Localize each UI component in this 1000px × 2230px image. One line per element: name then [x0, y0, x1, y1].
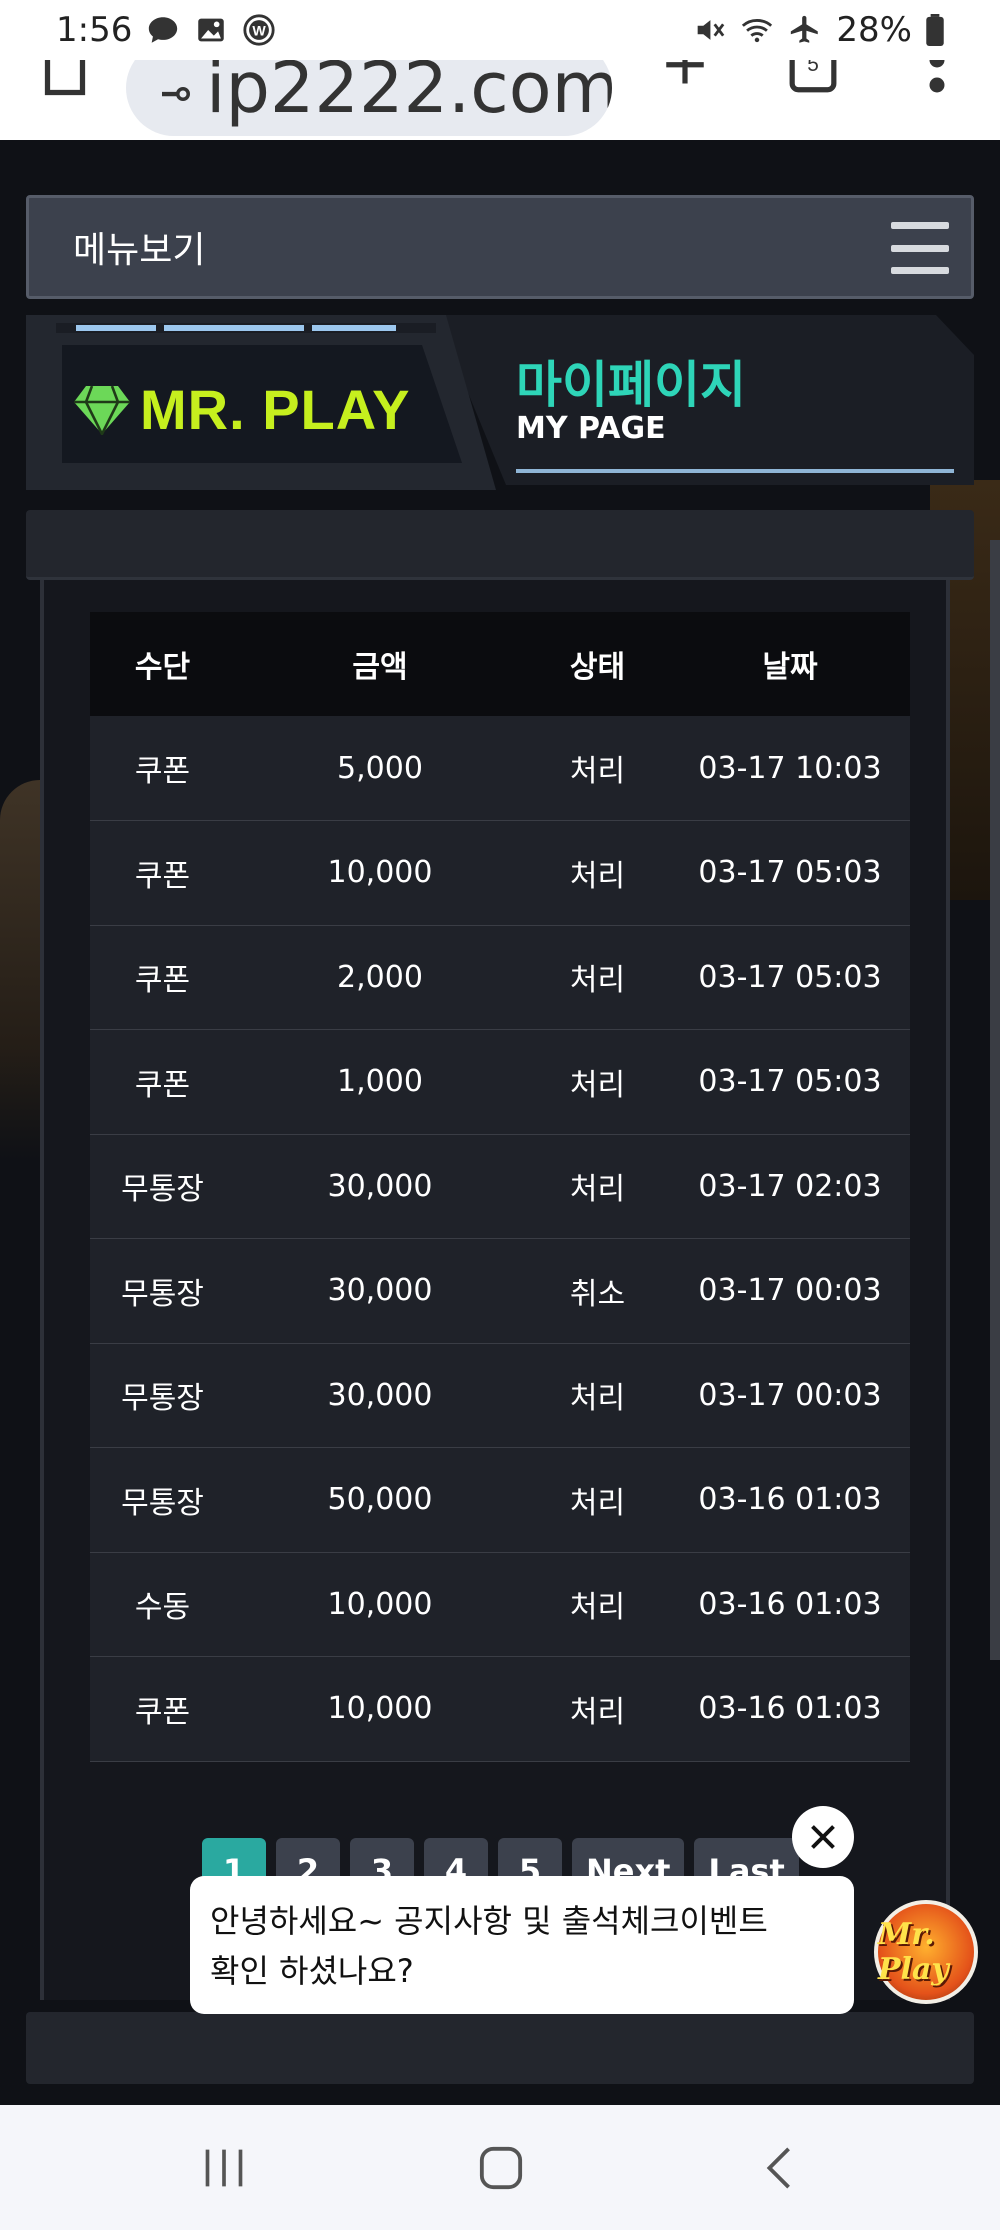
cell-status: 처리 [569, 1381, 626, 1417]
back-icon[interactable] [764, 2145, 794, 2191]
table-row: 수동 10,000 처리 03-16 01:03 [90, 1552, 910, 1657]
chat-avatar[interactable]: Mr. Play [874, 1900, 978, 2004]
wifi-icon [742, 19, 773, 43]
status-time: 1:56 [56, 10, 133, 50]
chat-popup-message[interactable]: 안녕하세요~ 공지사항 및 출석체크이벤트 확인 하셨나요? [190, 1876, 854, 2014]
table-row: 무통장 50,000 처리 03-16 01:03 [90, 1448, 910, 1552]
cell-amount: 10,000 [327, 1586, 433, 1622]
url-text: ip2222.com [206, 60, 612, 129]
hamburger-menu-icon[interactable] [891, 222, 949, 274]
table-header-row: 수단 금액 상태 날짜 [90, 612, 910, 716]
cell-status: 처리 [569, 1590, 626, 1626]
cell-status: 처리 [569, 1172, 626, 1208]
avatar-text: Mr. Play [878, 1917, 949, 1987]
cell-date: 03-17 05:03 [698, 959, 882, 995]
logo-lights [56, 323, 436, 333]
svg-text:W: W [253, 24, 267, 40]
site-settings-icon[interactable] [162, 80, 190, 108]
recent-apps-icon[interactable] [202, 2149, 246, 2187]
menu-bar[interactable]: 메뉴보기 [26, 195, 974, 299]
cell-status: 처리 [569, 858, 626, 894]
chat-bubble-icon [149, 17, 178, 43]
page-title: 마이페이지 [516, 356, 746, 414]
table-row: 쿠폰 2,000 처리 03-17 05:03 [90, 925, 910, 1030]
table-row: 무통장 30,000 처리 03-17 02:03 [90, 1134, 910, 1239]
close-icon [811, 1825, 835, 1849]
new-tab-icon[interactable] [660, 60, 710, 96]
table-row: 쿠폰 10,000 처리 03-16 01:03 [90, 1657, 910, 1761]
table-row: 쿠폰 1,000 처리 03-17 05:03 [90, 1030, 910, 1134]
cell-date: 03-16 01:03 [698, 1586, 882, 1622]
cell-date: 03-17 05:03 [698, 1064, 882, 1100]
page-subtitle: MY PAGE [516, 411, 666, 446]
cell-amount: 10,000 [327, 855, 433, 891]
column-header-amount: 금액 [352, 650, 408, 685]
site-logo[interactable]: MR. PLAY [140, 377, 410, 442]
table-row: 무통장 30,000 처리 03-17 00:03 [90, 1343, 910, 1448]
chat-message-line: 안녕하세요~ 공지사항 및 출석체크이벤트 [210, 1902, 768, 1940]
table-row: 무통장 30,000 취소 03-17 00:03 [90, 1239, 910, 1343]
close-popup-button[interactable] [792, 1806, 854, 1868]
transaction-table: 수단 금액 상태 날짜 쿠폰 5,000 처리 03-17 10:03 쿠폰 10,00… [90, 612, 910, 1762]
cell-method: 쿠폰 [134, 858, 191, 894]
tab-count: 5 [807, 60, 819, 76]
status-bar: 1:56 W 28% [0, 0, 1000, 60]
cell-method: 쿠폰 [134, 963, 191, 999]
cell-date: 03-17 10:03 [698, 750, 882, 786]
cell-date: 03-16 01:03 [698, 1482, 882, 1518]
page-scrollbar[interactable] [990, 540, 1000, 1660]
cell-date: 03-17 00:03 [698, 1273, 882, 1309]
sub-header-bar [26, 510, 974, 580]
airplane-icon [791, 15, 819, 43]
cell-amount: 50,000 [327, 1482, 433, 1518]
cell-method: 무통장 [121, 1172, 204, 1208]
cell-date: 03-17 00:03 [698, 1377, 882, 1413]
page-header-banner: MR. PLAY 마이페이지 MY PAGE [26, 315, 974, 490]
column-header-date: 날짜 [762, 650, 818, 685]
cell-amount: 30,000 [327, 1377, 433, 1413]
cell-status: 취소 [569, 1276, 626, 1312]
cell-status: 처리 [569, 754, 626, 789]
cell-date: 03-17 05:03 [698, 855, 882, 891]
cell-amount: 1,000 [337, 1064, 423, 1100]
column-header-method: 수단 [134, 650, 191, 685]
table-row: 쿠폰 5,000 처리 03-17 10:03 [90, 716, 910, 821]
cell-amount: 2,000 [337, 959, 423, 995]
cell-amount: 30,000 [327, 1273, 433, 1309]
home-button-icon[interactable] [478, 2145, 524, 2191]
menu-label: 메뉴보기 [73, 230, 206, 271]
cell-amount: 10,000 [327, 1691, 433, 1727]
w-app-icon: W [243, 14, 275, 46]
cell-status: 처리 [569, 1485, 626, 1521]
footer-bar [26, 2012, 974, 2084]
address-bar[interactable]: ip2222.com [126, 60, 612, 136]
diamond-icon [74, 385, 130, 435]
cell-amount: 5,000 [337, 750, 423, 786]
cell-method: 무통장 [121, 1381, 204, 1417]
cell-status: 처리 [569, 1067, 626, 1103]
cell-method: 무통장 [121, 1485, 204, 1521]
table-row: 쿠폰 10,000 처리 03-17 05:03 [90, 821, 910, 925]
tabs-icon[interactable]: 5 [788, 60, 838, 96]
battery-percent: 28% [836, 10, 912, 50]
mute-icon [698, 20, 725, 40]
battery-icon [926, 14, 944, 46]
cell-date: 03-16 01:03 [698, 1691, 882, 1727]
cell-status: 처리 [569, 1694, 626, 1730]
system-navigation-bar [0, 2105, 1000, 2230]
more-options-icon[interactable] [924, 60, 950, 110]
browser-toolbar: ip2222.com 5 [0, 60, 1000, 140]
column-header-status: 상태 [569, 650, 626, 685]
cell-method: 무통장 [121, 1276, 204, 1312]
cell-method: 수동 [134, 1590, 191, 1626]
cell-date: 03-17 02:03 [698, 1168, 882, 1204]
gallery-icon [198, 18, 225, 42]
home-icon[interactable] [44, 60, 86, 100]
cell-status: 처리 [569, 963, 626, 999]
cell-method: 쿠폰 [134, 1694, 191, 1730]
chat-message-line: 확인 하셨나요? [210, 1952, 414, 1990]
cell-amount: 30,000 [327, 1168, 433, 1204]
cell-method: 쿠폰 [134, 1067, 191, 1103]
cell-method: 쿠폰 [134, 754, 191, 789]
